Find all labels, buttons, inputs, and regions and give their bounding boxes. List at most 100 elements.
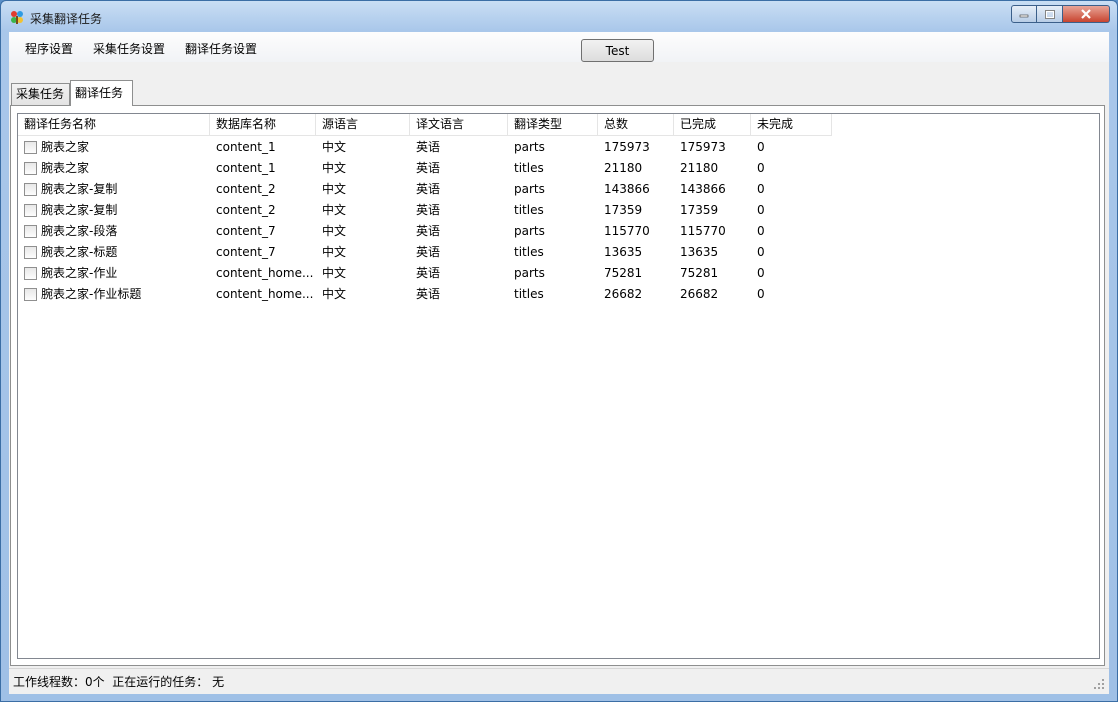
cell-task-name: 腕表之家-作业: [18, 263, 210, 284]
cell-task-name: 腕表之家-段落: [18, 221, 210, 242]
row-checkbox[interactable]: [24, 225, 37, 238]
table-row[interactable]: 腕表之家-复制 content_2 中文 英语 parts 143866 143866 0: [18, 179, 832, 200]
menu-collect-task-settings[interactable]: 采集任务设置: [93, 40, 165, 57]
column-header-source-lang[interactable]: 源语言: [316, 114, 410, 136]
cell-total: 175973: [604, 140, 650, 154]
title-bar[interactable]: 采集翻译任务: [1, 1, 1117, 32]
cell-task-name: 腕表之家: [18, 158, 210, 179]
cell-translate-type: titles: [514, 161, 544, 175]
cell-database: content_1: [216, 161, 276, 175]
close-icon: [1081, 9, 1091, 19]
row-task-name-label: 腕表之家-作业: [41, 266, 118, 280]
translate-task-list[interactable]: 翻译任务名称 数据库名称 源语言 译文语言 翻译类型 总数 已完成 未完成 腕表…: [17, 113, 1100, 659]
cell-completed: 26682: [680, 287, 719, 301]
cell-source-lang: 中文: [322, 224, 347, 238]
row-checkbox[interactable]: [24, 288, 37, 301]
cell-incomplete: 0: [757, 266, 765, 280]
tab-panel-translate-tasks: 翻译任务名称 数据库名称 源语言 译文语言 翻译类型 总数 已完成 未完成 腕表…: [10, 105, 1105, 666]
cell-target-lang: 英语: [416, 140, 441, 154]
cell-completed: 75281: [680, 266, 719, 280]
cell-database: content_2: [216, 203, 276, 217]
cell-task-name: 腕表之家-复制: [18, 200, 210, 221]
cell-source-lang: 中文: [322, 140, 347, 154]
cell-source-lang: 中文: [322, 182, 347, 196]
row-checkbox[interactable]: [24, 162, 37, 175]
cell-target-lang: 英语: [416, 245, 441, 259]
minimize-button[interactable]: [1011, 5, 1037, 23]
row-task-name-label: 腕表之家-作业标题: [41, 287, 142, 301]
column-header-translate-type[interactable]: 翻译类型: [508, 114, 598, 136]
table-row[interactable]: 腕表之家-作业 content_home... 中文 英语 parts 75281 7528…: [18, 263, 832, 284]
cell-database: content_home...: [216, 266, 314, 280]
minimize-icon: [1019, 14, 1029, 18]
app-logo-icon: [11, 11, 23, 24]
column-header-total[interactable]: 总数: [598, 114, 674, 136]
row-checkbox[interactable]: [24, 204, 37, 217]
list-header: 翻译任务名称 数据库名称 源语言 译文语言 翻译类型 总数 已完成 未完成: [18, 114, 832, 136]
maximize-icon: [1044, 9, 1055, 19]
cell-translate-type: titles: [514, 203, 544, 217]
table-row[interactable]: 腕表之家-作业标题 content_home... 中文 英语 titles 26682 2…: [18, 284, 832, 305]
cell-task-name: 腕表之家-作业标题: [18, 284, 210, 305]
cell-completed: 17359: [680, 203, 719, 217]
cell-source-lang: 中文: [322, 245, 347, 259]
cell-target-lang: 英语: [416, 287, 441, 301]
table-row[interactable]: 腕表之家 content_1 中文 英语 parts 175973 175973 0: [18, 137, 832, 158]
tab-translate-tasks[interactable]: 翻译任务: [70, 80, 133, 106]
column-header-database[interactable]: 数据库名称: [210, 114, 316, 136]
column-header-completed[interactable]: 已完成: [674, 114, 751, 136]
cell-target-lang: 英语: [416, 203, 441, 217]
row-task-name-label: 腕表之家: [41, 140, 90, 154]
column-header-task-name[interactable]: 翻译任务名称: [18, 114, 210, 136]
row-checkbox[interactable]: [24, 141, 37, 154]
cell-translate-type: parts: [514, 182, 545, 196]
row-checkbox[interactable]: [24, 183, 37, 196]
test-button[interactable]: Test: [581, 39, 654, 62]
menu-translate-task-settings[interactable]: 翻译任务设置: [185, 40, 257, 57]
table-row[interactable]: 腕表之家-标题 content_7 中文 英语 titles 13635 13635 0: [18, 242, 832, 263]
cell-total: 21180: [604, 161, 643, 175]
row-task-name-label: 腕表之家: [41, 161, 90, 175]
status-thread-count: 工作线程数：0个: [13, 675, 105, 689]
list-body: 腕表之家 content_1 中文 英语 parts 175973 175973 0 腕表之家 c…: [18, 137, 832, 305]
close-button[interactable]: [1063, 5, 1110, 23]
cell-target-lang: 英语: [416, 182, 441, 196]
table-row[interactable]: 腕表之家 content_1 中文 英语 titles 21180 21180 0: [18, 158, 832, 179]
tab-collect-tasks[interactable]: 采集任务: [11, 83, 70, 105]
table-row[interactable]: 腕表之家-段落 content_7 中文 英语 parts 115770 115770 0: [18, 221, 832, 242]
cell-incomplete: 0: [757, 245, 765, 259]
cell-translate-type: parts: [514, 224, 545, 238]
row-task-name-label: 腕表之家-复制: [41, 203, 118, 217]
table-row[interactable]: 腕表之家-复制 content_2 中文 英语 titles 17359 17359 0: [18, 200, 832, 221]
column-header-target-lang[interactable]: 译文语言: [410, 114, 508, 136]
status-text: 工作线程数：0个 正在运行的任务： 无: [13, 673, 224, 690]
cell-translate-type: parts: [514, 266, 545, 280]
cell-source-lang: 中文: [322, 266, 347, 280]
cell-completed: 143866: [680, 182, 726, 196]
cell-database: content_7: [216, 245, 276, 259]
cell-database: content_7: [216, 224, 276, 238]
cell-total: 17359: [604, 203, 643, 217]
client-area: 程序设置 采集任务设置 翻译任务设置 Test 采集任务 翻译任务 翻译任务名称…: [9, 32, 1109, 694]
cell-task-name: 腕表之家: [18, 137, 210, 158]
row-checkbox[interactable]: [24, 267, 37, 280]
status-running-label: 正在运行的任务：: [112, 675, 209, 689]
menu-program-settings[interactable]: 程序设置: [25, 40, 73, 57]
cell-database: content_home...: [216, 287, 314, 301]
cell-total: 115770: [604, 224, 650, 238]
resize-grip-icon[interactable]: [1093, 678, 1105, 690]
cell-translate-type: titles: [514, 245, 544, 259]
column-header-incomplete[interactable]: 未完成: [751, 114, 832, 136]
cell-translate-type: titles: [514, 287, 544, 301]
cell-translate-type: parts: [514, 140, 545, 154]
window-title: 采集翻译任务: [30, 12, 103, 26]
maximize-button[interactable]: [1037, 5, 1063, 23]
cell-completed: 13635: [680, 245, 719, 259]
status-bar: 工作线程数：0个 正在运行的任务： 无: [9, 668, 1109, 693]
cell-database: content_1: [216, 140, 276, 154]
cell-total: 26682: [604, 287, 643, 301]
cell-target-lang: 英语: [416, 161, 441, 175]
cell-source-lang: 中文: [322, 161, 347, 175]
row-checkbox[interactable]: [24, 246, 37, 259]
row-task-name-label: 腕表之家-段落: [41, 224, 118, 238]
